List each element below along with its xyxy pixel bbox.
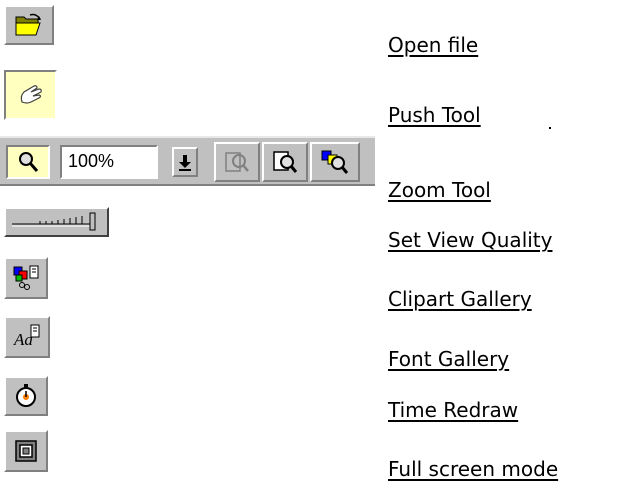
magnifier-icon (19, 152, 39, 172)
stopwatch-icon (16, 384, 36, 407)
zoom-selection-button[interactable] (310, 142, 360, 182)
zoom-selection-icon (321, 150, 349, 174)
zoom-previous-icon (225, 152, 249, 172)
push-tool-button[interactable] (4, 70, 57, 120)
zoom-level-input[interactable]: 100% (60, 145, 158, 179)
open-file-link[interactable]: Open file (388, 33, 478, 57)
set-view-quality-link[interactable]: Set View Quality (388, 228, 552, 252)
push-tool-link[interactable]: Push Tool (388, 103, 481, 127)
clipart-gallery-icon (13, 265, 39, 290)
full-screen-mode-button[interactable] (4, 430, 48, 472)
font-gallery-button[interactable]: Aa (4, 316, 50, 358)
open-file-button[interactable] (4, 5, 54, 45)
zoom-toolbar: 100% (0, 136, 375, 186)
zoom-tool-button[interactable] (6, 145, 50, 179)
arrow-down-icon (179, 155, 191, 171)
zoom-previous-button[interactable] (214, 142, 260, 182)
full-screen-mode-link[interactable]: Full screen mode (388, 457, 558, 481)
full-screen-icon (15, 440, 37, 462)
zoom-page-button[interactable] (262, 142, 308, 182)
time-redraw-button[interactable] (4, 376, 48, 416)
decorative-dot (549, 127, 551, 129)
zoom-tool-link[interactable]: Zoom Tool (388, 178, 491, 202)
view-quality-slider[interactable] (4, 207, 109, 237)
time-redraw-link[interactable]: Time Redraw (388, 398, 518, 422)
font-gallery-link[interactable]: Font Gallery (388, 347, 509, 371)
quality-slider-icon (12, 212, 96, 231)
font-gallery-icon: Aa (13, 324, 40, 349)
clipart-gallery-link[interactable]: Clipart Gallery (388, 287, 532, 311)
hand-icon (20, 85, 42, 104)
zoom-page-icon (273, 151, 298, 173)
svg-text:Aa: Aa (13, 330, 33, 349)
zoom-dropdown-button[interactable] (172, 147, 198, 177)
clipart-gallery-button[interactable] (4, 257, 48, 299)
folder-open-icon (15, 13, 41, 36)
